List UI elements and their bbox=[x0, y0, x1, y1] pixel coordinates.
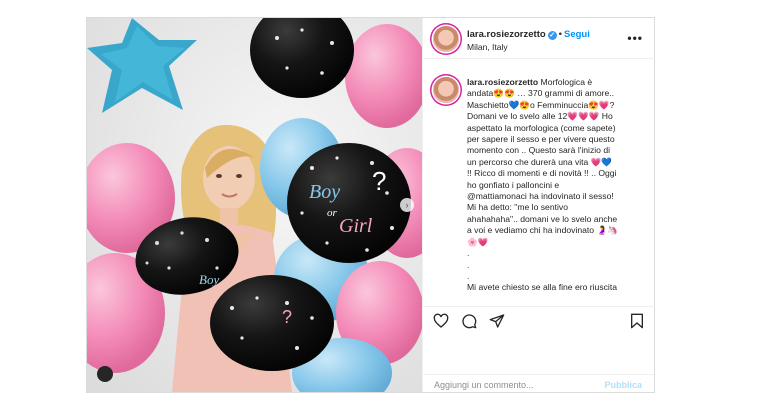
black-balloon bbox=[210, 275, 334, 371]
caption-avatar[interactable] bbox=[433, 77, 459, 103]
caption-line: . bbox=[467, 259, 470, 270]
location-link[interactable]: Milan, Italy bbox=[467, 42, 508, 52]
heart-icon[interactable] bbox=[433, 313, 449, 329]
caption: lara.rosiezorzetto Morfologica è andata😍… bbox=[467, 77, 645, 294]
caption-line: un percorso che durerà una vita 💗💙 bbox=[467, 156, 613, 167]
caption-line: . bbox=[467, 248, 470, 259]
question-mark: ? bbox=[372, 166, 386, 196]
caption-line: @mattiamonaci ha indovinato il sesso! bbox=[467, 191, 614, 202]
caption-line: ho gonfiato i palloncini e bbox=[467, 179, 560, 190]
caption-line: !! Ricco di momenti e di novità !! .. Og… bbox=[467, 168, 617, 179]
post-header: lara.rosiezorzetto ✓ • Segui Milan, Italy •… bbox=[423, 18, 655, 59]
caption-line: Mi ha detto: "me lo sentivo bbox=[467, 202, 568, 213]
verified-badge-icon: ✓ bbox=[547, 31, 557, 40]
publish-button[interactable]: Pubblica bbox=[604, 380, 642, 390]
question-mark: ? bbox=[282, 307, 292, 327]
caption-username[interactable]: lara.rosiezorzetto bbox=[467, 77, 538, 87]
caption-line: Maschietto💙😍o Femminuccia😍💗? bbox=[467, 99, 615, 110]
caption-line: Mi avete chiesto se alla fine ero riusci… bbox=[467, 282, 617, 293]
post-photo[interactable]: Boy Boy or Girl ? ? › bbox=[87, 18, 422, 392]
comment-icon[interactable] bbox=[461, 313, 477, 329]
avatar[interactable] bbox=[433, 26, 459, 52]
bookmark-icon[interactable] bbox=[629, 313, 645, 329]
next-photo-button[interactable]: › bbox=[400, 198, 414, 212]
instagram-post: Boy Boy or Girl ? ? › lara.rosiezorzetto… bbox=[86, 17, 655, 393]
caption-line: ahahahaha".. domani ve lo svelo anche bbox=[467, 213, 618, 224]
caption-line: a voi e vediamo chi ha indovinato 🤰🦄 bbox=[467, 225, 618, 236]
comment-input[interactable]: Aggiungi un commento... bbox=[434, 380, 534, 390]
follow-button[interactable]: Segui bbox=[564, 29, 590, 40]
more-options-icon[interactable]: ••• bbox=[627, 31, 643, 45]
balloon-text-small: Boy bbox=[199, 272, 219, 287]
caption-line: andata😍😍 … 370 grammi di amore.. bbox=[467, 88, 615, 99]
caption-line: Morfologica è bbox=[538, 77, 593, 87]
comments-area[interactable]: lara.rosiezorzetto Morfologica è andata😍… bbox=[423, 59, 655, 304]
black-balloon bbox=[287, 143, 411, 263]
caption-line: per sapere il sesso e per vivere questo bbox=[467, 134, 615, 145]
balloon-text-boy: Boy bbox=[309, 181, 340, 203]
caption-line: 🌸💗 bbox=[467, 236, 489, 247]
caption-line: Domani ve lo svelo alle 12💗💗💗 Ho bbox=[467, 111, 613, 122]
share-icon[interactable] bbox=[489, 313, 505, 329]
post-sidebar: lara.rosiezorzetto ✓ • Segui Milan, Italy •… bbox=[422, 18, 655, 392]
balloon-text-girl: Girl bbox=[339, 215, 373, 237]
action-bar bbox=[423, 306, 655, 335]
user-tag-icon[interactable] bbox=[97, 366, 113, 382]
header-user-line: lara.rosiezorzetto ✓ • Segui bbox=[467, 29, 590, 40]
photo-illustration: Boy Boy or Girl ? ? bbox=[87, 18, 422, 392]
caption-line: aspettato la morfologica (come sapete) bbox=[467, 122, 616, 133]
separator: • bbox=[558, 29, 562, 40]
caption-line: . bbox=[467, 270, 470, 281]
balloon-text-or: or bbox=[327, 207, 338, 219]
add-comment-bar: Aggiungi un commento... Pubblica bbox=[422, 374, 654, 393]
caption-line: momento con .. Questo sarà l'inizio di bbox=[467, 145, 611, 156]
username-link[interactable]: lara.rosiezorzetto bbox=[467, 29, 546, 40]
